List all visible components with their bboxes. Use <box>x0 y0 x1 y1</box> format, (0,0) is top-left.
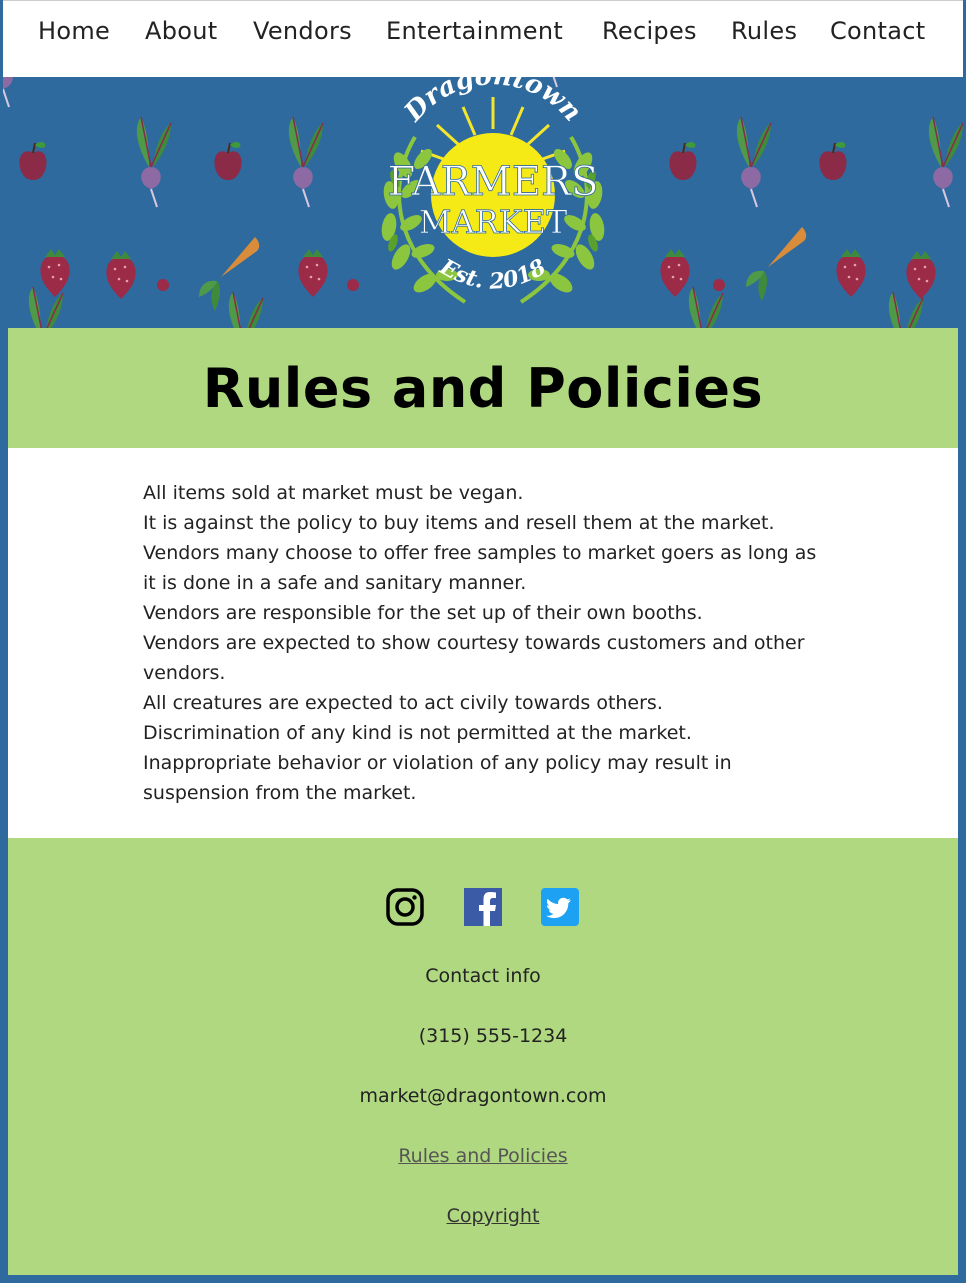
rules-list: All items sold at market must be vegan. … <box>143 478 833 808</box>
rule-item: Vendors are responsible for the set up o… <box>143 602 703 624</box>
instagram-icon[interactable] <box>386 888 424 930</box>
nav-recipes-link[interactable]: Recipes <box>602 17 697 45</box>
rule-item: Vendors are expected to show courtesy to… <box>143 632 805 684</box>
rule-item: All items sold at market must be vegan. <box>143 482 524 504</box>
rules-policies-link[interactable]: Rules and Policies <box>8 1145 958 1167</box>
top-nav: Home About Vendors Entertainment Recipes… <box>3 0 963 78</box>
hero-banner: Dragontown FARMERS MARKET Est. 2018 <box>3 77 963 328</box>
logo-est-text: Est. 2018 <box>435 253 551 294</box>
rule-item: All creatures are expected to act civily… <box>143 692 663 714</box>
phone-number: (315) 555-1234 <box>418 1025 568 1047</box>
rule-item: Inappropriate behavior or violation of a… <box>143 752 732 804</box>
logo-line1: FARMERS <box>388 159 599 205</box>
nav-about-link[interactable]: About <box>145 17 217 45</box>
twitter-icon[interactable] <box>541 888 579 930</box>
rule-item: Discrimination of any kind is not permit… <box>143 722 692 744</box>
farmers-market-logo[interactable]: Dragontown FARMERS MARKET Est. 2018 <box>355 77 631 327</box>
rule-item: Vendors many choose to offer free sample… <box>143 542 817 594</box>
contact-info-label: Contact info <box>425 965 541 987</box>
page-frame: Home About Vendors Entertainment Recipes… <box>0 0 966 1283</box>
svg-text:Est. 2018: Est. 2018 <box>435 253 551 294</box>
social-links <box>8 888 958 926</box>
page-heading-band: Rules and Policies <box>8 328 958 448</box>
rule-item: It is against the policy to buy items an… <box>143 512 775 534</box>
facebook-icon[interactable] <box>464 888 502 930</box>
logo-line2: MARKET <box>419 203 568 241</box>
rules-content: All items sold at market must be vegan. … <box>8 448 958 838</box>
nav-vendors-link[interactable]: Vendors <box>253 17 352 45</box>
nav-entertainment-link[interactable]: Entertainment <box>386 17 563 45</box>
email-address: market@dragontown.com <box>359 1085 607 1107</box>
nav-rules-link[interactable]: Rules <box>731 17 797 45</box>
site-footer: Contact info (315) 555-1234 market@drago… <box>8 838 958 1275</box>
nav-home-link[interactable]: Home <box>38 17 110 45</box>
page-title: Rules and Policies <box>202 356 764 420</box>
nav-contact-link[interactable]: Contact <box>830 17 925 45</box>
copyright-link[interactable]: Copyright <box>18 1205 966 1227</box>
